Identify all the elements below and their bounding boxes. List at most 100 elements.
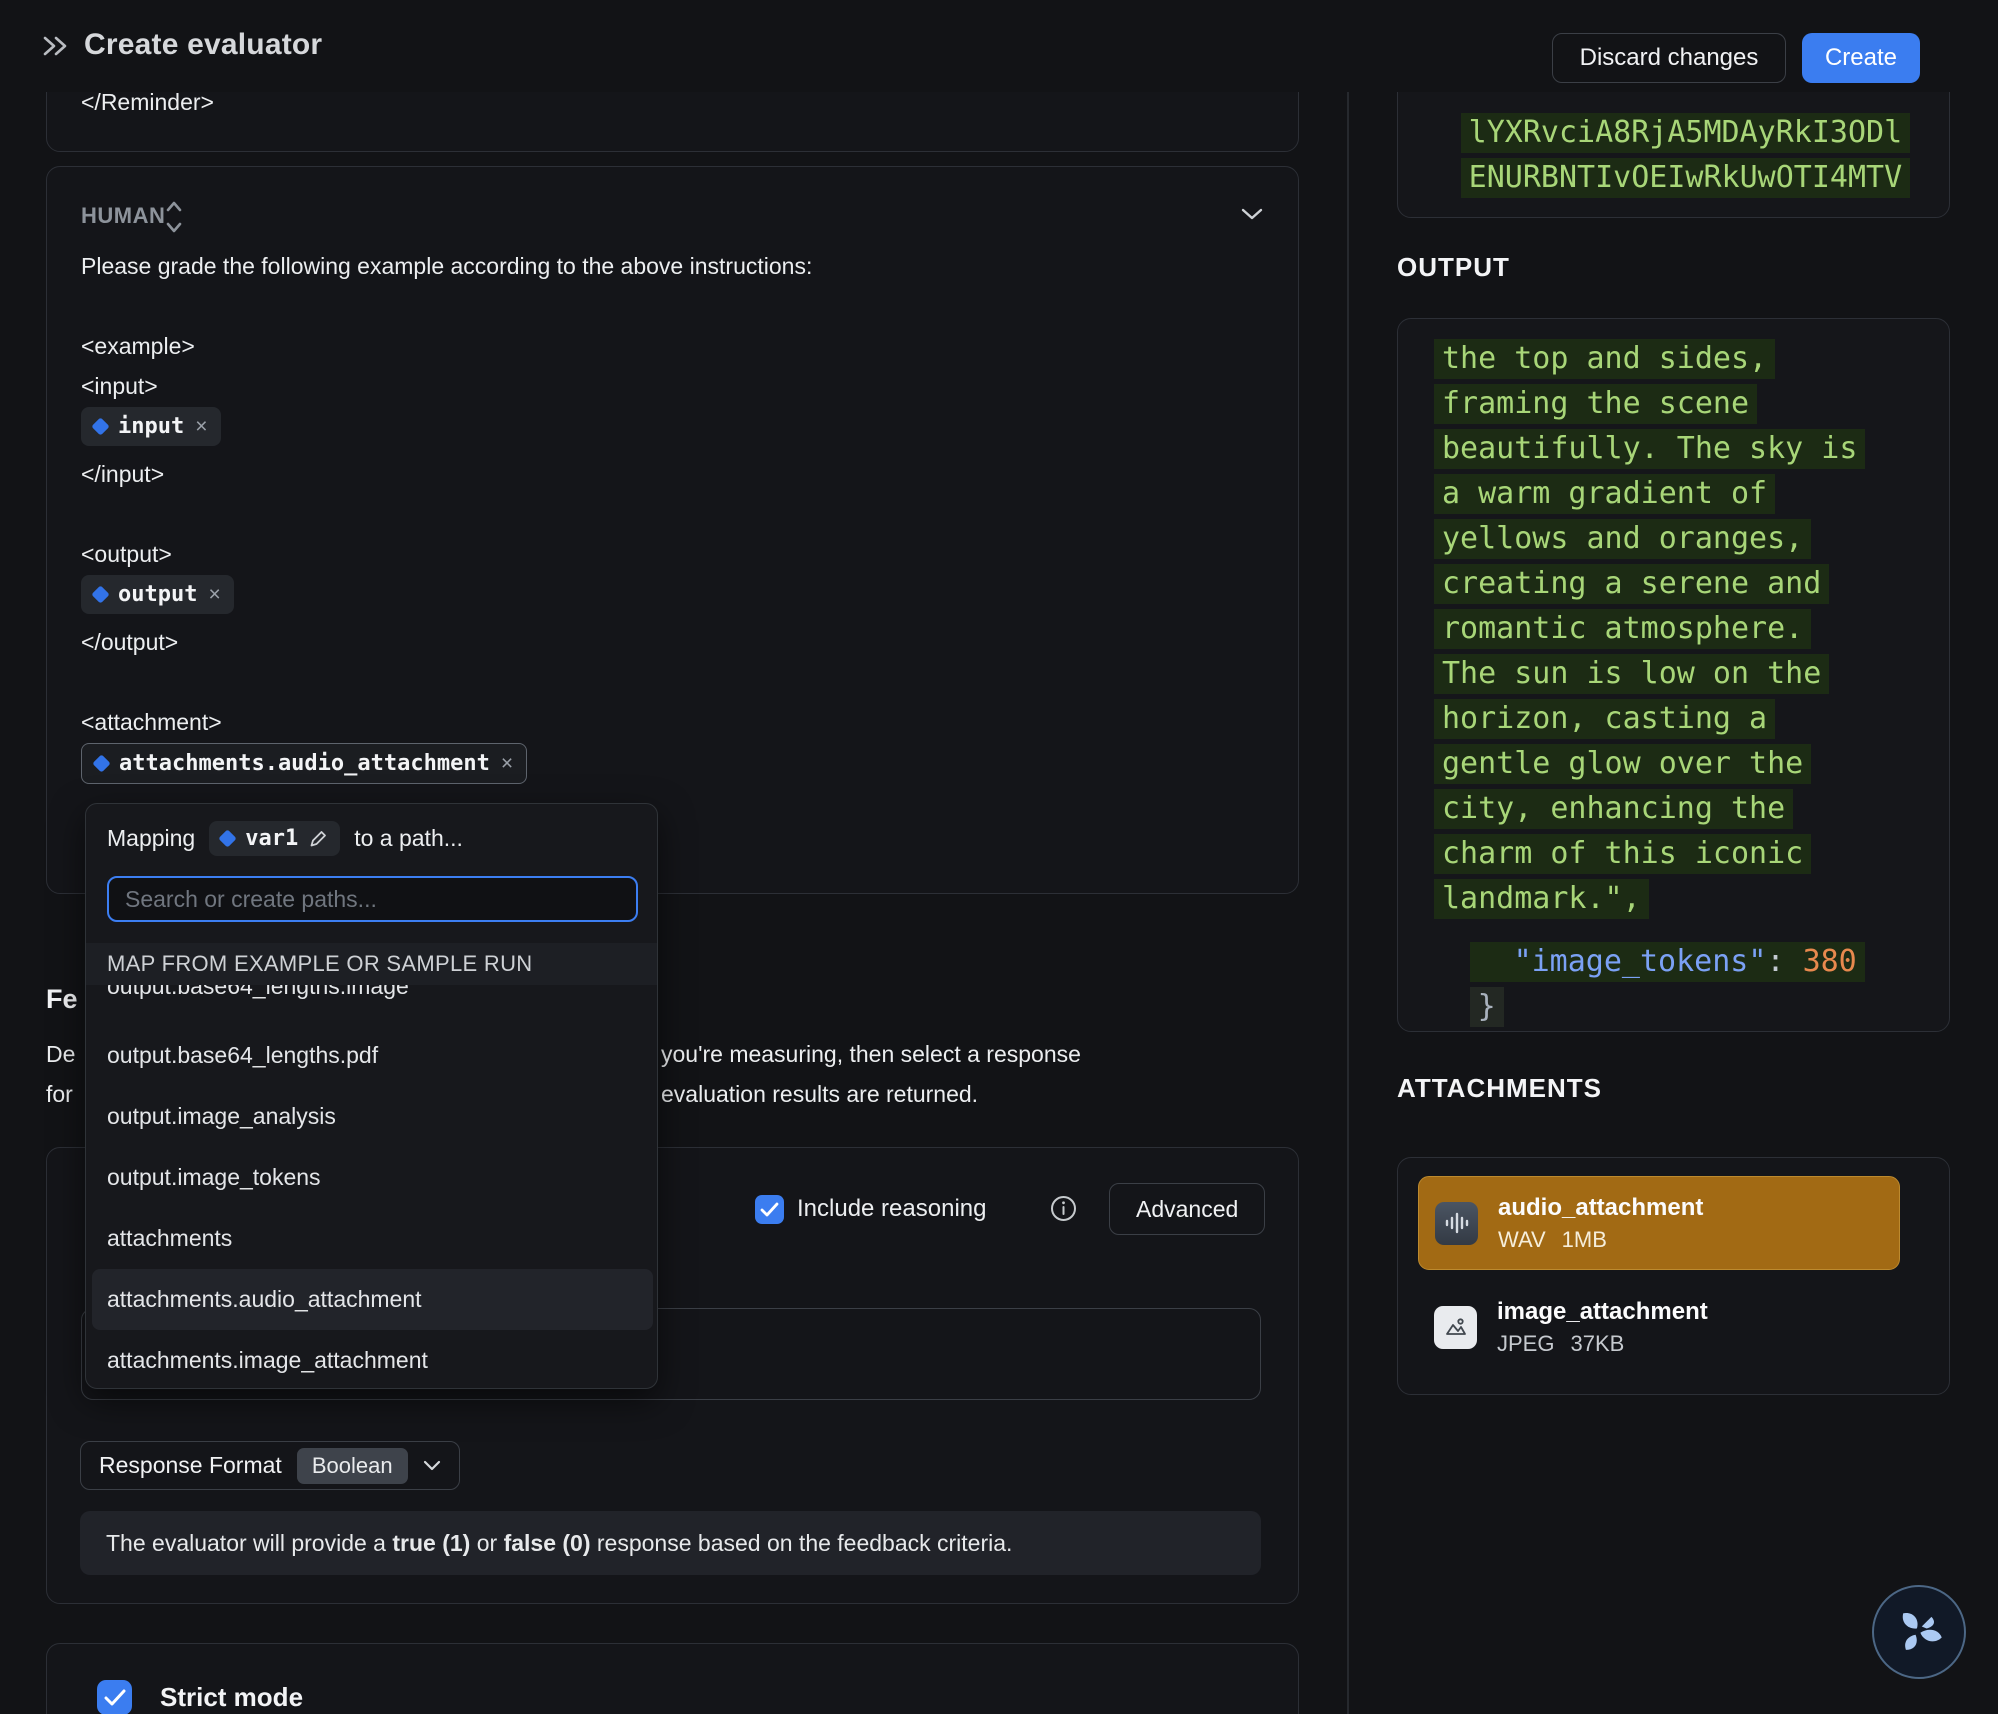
- dropdown-item-highlighted[interactable]: attachments.audio_attachment: [92, 1269, 653, 1330]
- response-format-select[interactable]: Response Format Boolean: [80, 1441, 460, 1490]
- info-icon[interactable]: [1050, 1195, 1077, 1222]
- audio-waveform-icon: [1435, 1202, 1478, 1245]
- strict-mode-label: Strict mode: [160, 1682, 303, 1713]
- code-line: a warm gradient of: [1434, 474, 1775, 514]
- mapping-suffix-text: to a path...: [354, 825, 463, 852]
- variable-diamond-icon: [91, 585, 109, 603]
- attachment-file-size: 37KB: [1570, 1331, 1624, 1357]
- code-line: beautifully. The sky is: [1434, 429, 1865, 469]
- feedback-desc-fragment: you're measuring, then select a response: [661, 1041, 1081, 1068]
- output-close-tag: </output>: [81, 629, 178, 656]
- dropdown-item[interactable]: output.image_tokens: [92, 1147, 653, 1208]
- check-icon: [104, 1689, 126, 1706]
- attachment-file-type: WAV: [1498, 1227, 1546, 1253]
- column-divider: [1347, 92, 1349, 1714]
- variable-diamond-icon: [91, 417, 109, 435]
- check-icon: [760, 1202, 779, 1217]
- code-line: city, enhancing the: [1434, 789, 1793, 829]
- variable-diamond-icon: [219, 829, 237, 847]
- example-open-tag: <example>: [81, 333, 195, 360]
- reminder-clipped-text: </Reminder>: [81, 89, 214, 116]
- feedback-desc-fragment: evaluation results are returned.: [661, 1081, 978, 1108]
- attachment-row-audio[interactable]: audio_attachment WAV 1MB: [1418, 1176, 1900, 1270]
- edit-pencil-icon[interactable]: [309, 829, 328, 848]
- strict-mode-checkbox[interactable]: [97, 1680, 132, 1714]
- code-line: horizon, casting a: [1434, 699, 1775, 739]
- include-reasoning-label: Include reasoning: [797, 1195, 986, 1223]
- create-evaluator-screen: </Reminder> HUMAN Please grade the follo…: [0, 0, 1998, 1714]
- note-text: response based on the feedback criteria.: [591, 1530, 1013, 1556]
- note-text: or: [470, 1530, 503, 1556]
- response-format-label: Response Format: [99, 1452, 282, 1479]
- feedback-heading-fragment: Fe: [46, 984, 78, 1015]
- page-title: Create evaluator: [84, 28, 322, 62]
- code-line: gentle glow over the: [1434, 744, 1811, 784]
- note-true-label: true (1): [392, 1530, 470, 1556]
- chevron-down-icon: [423, 1460, 441, 1471]
- attachments-section-heading: ATTACHMENTS: [1397, 1073, 1602, 1104]
- attachment-name: audio_attachment: [1498, 1194, 1703, 1222]
- message-role-label: HUMAN: [81, 203, 165, 229]
- pinwheel-logo-icon: [1888, 1601, 1950, 1663]
- variable-chip-label: output: [118, 582, 197, 607]
- code-line: The sun is low on the: [1434, 654, 1829, 694]
- remove-variable-icon[interactable]: ×: [208, 583, 220, 607]
- advanced-button[interactable]: Advanced: [1109, 1183, 1265, 1235]
- assistant-widget-button[interactable]: [1872, 1585, 1966, 1679]
- include-reasoning-checkbox[interactable]: [755, 1195, 784, 1224]
- mapped-variable-chip[interactable]: var1: [209, 821, 340, 856]
- page-header: Create evaluator Discard changes Create: [0, 0, 1998, 92]
- remove-variable-icon[interactable]: ×: [501, 752, 513, 776]
- discard-changes-button[interactable]: Discard changes: [1552, 33, 1786, 83]
- response-format-note: The evaluator will provide a true (1) or…: [80, 1511, 1261, 1575]
- variable-mapping-popup: Mapping var1 to a path... output.base64_…: [85, 803, 658, 1389]
- dropdown-group-header: MAP FROM EXAMPLE OR SAMPLE RUN: [86, 943, 657, 985]
- variable-chip-label: input: [118, 414, 184, 439]
- variable-chip-label: attachments.audio_attachment: [119, 751, 490, 776]
- collapse-section-icon[interactable]: [1240, 207, 1264, 221]
- remove-variable-icon[interactable]: ×: [195, 415, 207, 439]
- output-open-tag: <output>: [81, 541, 172, 568]
- code-line: ENURBNTIvOEIwRkUwOTI4MTV: [1461, 158, 1910, 198]
- code-line: framing the scene: [1434, 384, 1757, 424]
- collapse-sidebar-icon[interactable]: [40, 32, 70, 60]
- prompt-intro-text: Please grade the following example accor…: [81, 253, 812, 280]
- human-message-panel: HUMAN Please grade the following example…: [46, 166, 1299, 894]
- path-search-input[interactable]: [107, 876, 638, 922]
- variable-chip-label: var1: [245, 826, 298, 851]
- feedback-desc-fragment: De: [46, 1041, 75, 1068]
- attachment-name: image_attachment: [1497, 1298, 1708, 1326]
- output-variable-chip[interactable]: output ×: [81, 575, 234, 614]
- feedback-desc-fragment: for: [46, 1081, 73, 1108]
- dropdown-item[interactable]: attachments.image_attachment: [92, 1330, 653, 1389]
- strict-mode-panel: Strict mode: [46, 1643, 1299, 1714]
- attachments-card: audio_attachment WAV 1MB image_attachmen…: [1397, 1157, 1950, 1395]
- code-line-closing-brace: }: [1470, 987, 1504, 1027]
- create-button[interactable]: Create: [1802, 33, 1920, 83]
- attachment-variable-chip[interactable]: attachments.audio_attachment ×: [81, 743, 527, 784]
- note-false-label: false (0): [504, 1530, 591, 1556]
- input-open-tag: <input>: [81, 373, 158, 400]
- attachment-file-type: JPEG: [1497, 1331, 1554, 1357]
- mapping-title-row: Mapping var1 to a path...: [107, 821, 463, 856]
- output-code-preview: the top and sides, framing the scene bea…: [1397, 318, 1950, 1032]
- code-line: charm of this iconic: [1434, 834, 1811, 874]
- image-icon: [1434, 1306, 1477, 1349]
- attachment-file-size: 1MB: [1562, 1227, 1607, 1253]
- dropdown-item[interactable]: attachments: [92, 1208, 653, 1269]
- note-text: The evaluator will provide a: [106, 1530, 392, 1556]
- attachment-open-tag: <attachment>: [81, 709, 222, 736]
- mapping-prefix-text: Mapping: [107, 825, 195, 852]
- dropdown-item[interactable]: output.image_analysis: [92, 1086, 653, 1147]
- variable-diamond-icon: [92, 754, 110, 772]
- code-line: creating a serene and: [1434, 564, 1829, 604]
- attachment-row-image[interactable]: image_attachment JPEG 37KB: [1418, 1280, 1900, 1374]
- code-line: yellows and oranges,: [1434, 519, 1811, 559]
- output-section-heading: OUTPUT: [1397, 252, 1510, 283]
- dropdown-item[interactable]: output.base64_lengths.pdf: [92, 1025, 653, 1086]
- role-sort-icon[interactable]: [163, 198, 185, 236]
- input-close-tag: </input>: [81, 461, 164, 488]
- response-format-value-badge: Boolean: [297, 1448, 408, 1484]
- code-line: the top and sides,: [1434, 339, 1775, 379]
- input-variable-chip[interactable]: input ×: [81, 407, 221, 446]
